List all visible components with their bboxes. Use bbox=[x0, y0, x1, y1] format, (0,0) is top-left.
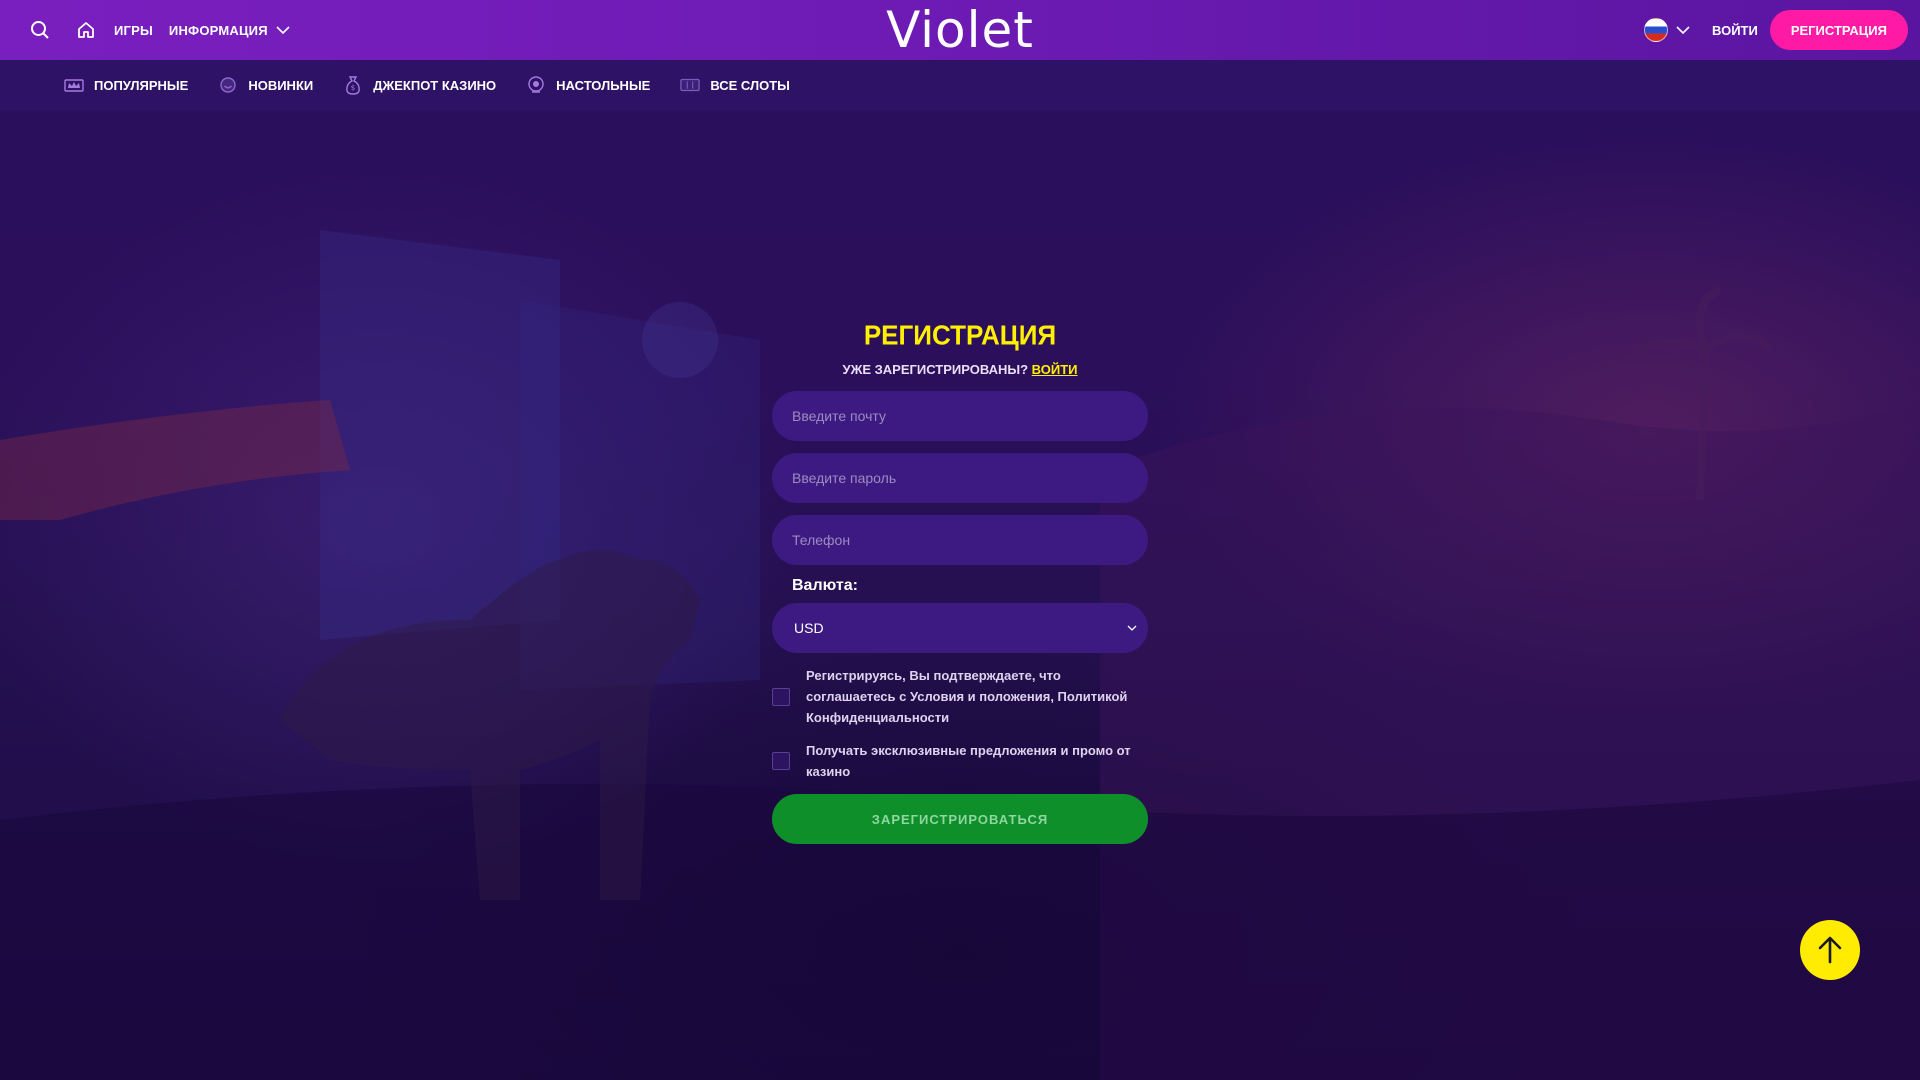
submit-register-button[interactable]: ЗАРЕГИСТРИРОВАТЬСЯ bbox=[772, 794, 1148, 844]
roulette-icon bbox=[526, 75, 546, 95]
search-icon[interactable] bbox=[28, 18, 52, 42]
chevron-down-icon bbox=[276, 26, 290, 35]
registration-form: РЕГИСТРАЦИЯ УЖЕ ЗАРЕГИСТРИРОВАНЫ? ВОЙТИ … bbox=[772, 319, 1148, 844]
scroll-to-top-button[interactable] bbox=[1800, 920, 1860, 980]
password-input[interactable] bbox=[772, 453, 1148, 503]
currency-value: USD bbox=[794, 620, 824, 636]
promo-checkbox[interactable] bbox=[772, 752, 790, 770]
category-label: НОВИНКИ bbox=[248, 77, 314, 93]
arrow-up-icon bbox=[1818, 936, 1842, 964]
category-label: ВСЕ СЛОТЫ bbox=[710, 77, 790, 93]
nav-info-dropdown[interactable]: ИНФОРМАЦИЯ bbox=[169, 23, 290, 38]
promo-row: Получать эксклюзивные предложения и пром… bbox=[772, 740, 1148, 782]
form-login-link[interactable]: ВОЙТИ bbox=[1032, 362, 1078, 377]
promo-text: Получать эксклюзивные предложения и пром… bbox=[806, 743, 1131, 779]
terms-text: Регистрируясь, Вы подтверждаете, что сог… bbox=[806, 668, 1128, 725]
terms-row: Регистрируясь, Вы подтверждаете, что сог… bbox=[772, 665, 1148, 728]
phone-input[interactable] bbox=[772, 515, 1148, 565]
currency-label: Валюта: bbox=[792, 577, 858, 594]
category-label: ПОПУЛЯРНЫЕ bbox=[94, 77, 189, 93]
category-new[interactable]: НОВИНКИ bbox=[218, 75, 313, 95]
already-registered-text: УЖЕ ЗАРЕГИСТРИРОВАНЫ? ВОЙТИ bbox=[772, 362, 1148, 377]
email-input[interactable] bbox=[772, 391, 1148, 441]
category-popular[interactable]: ПОПУЛЯРНЫЕ bbox=[64, 75, 188, 95]
nav-info-label: ИНФОРМАЦИЯ bbox=[168, 22, 268, 38]
login-link[interactable]: ВОЙТИ bbox=[1712, 23, 1758, 38]
russia-flag-icon[interactable] bbox=[1644, 18, 1669, 42]
already-registered-label: УЖЕ ЗАРЕГИСТРИРОВАНЫ? bbox=[842, 362, 1029, 377]
category-label: НАСТОЛЬНЫЕ bbox=[556, 77, 651, 93]
category-bar: ПОПУЛЯРНЫЕ НОВИНКИ $ ДЖЕКПОТ КАЗИНО НАСТ… bbox=[0, 60, 1920, 110]
currency-select[interactable]: USD bbox=[772, 603, 1148, 653]
slot-machine-icon bbox=[680, 75, 701, 95]
smiley-icon bbox=[218, 75, 238, 95]
nav-games-link[interactable]: ИГРЫ bbox=[114, 23, 153, 38]
form-title: РЕГИСТРАЦИЯ bbox=[863, 319, 1057, 351]
site-logo[interactable]: Violet bbox=[885, 2, 1035, 58]
chevron-down-icon bbox=[1127, 625, 1137, 631]
category-all-slots[interactable]: ВСЕ СЛОТЫ bbox=[680, 75, 790, 95]
top-header: ИГРЫ ИНФОРМАЦИЯ Violet ВОЙТИ РЕГИСТРАЦИЯ bbox=[0, 0, 1920, 60]
terms-checkbox[interactable] bbox=[772, 687, 790, 706]
register-button[interactable]: РЕГИСТРАЦИЯ bbox=[1769, 10, 1908, 50]
category-jackpot[interactable]: $ ДЖЕКПОТ КАЗИНО bbox=[343, 75, 496, 95]
crown-icon bbox=[64, 75, 84, 95]
category-table[interactable]: НАСТОЛЬНЫЕ bbox=[526, 75, 650, 95]
money-bag-icon: $ bbox=[343, 75, 363, 95]
category-label: ДЖЕКПОТ КАЗИНО bbox=[373, 77, 497, 93]
home-icon[interactable] bbox=[74, 18, 98, 42]
svg-text:$: $ bbox=[351, 84, 355, 92]
chevron-down-icon[interactable] bbox=[1676, 25, 1690, 35]
